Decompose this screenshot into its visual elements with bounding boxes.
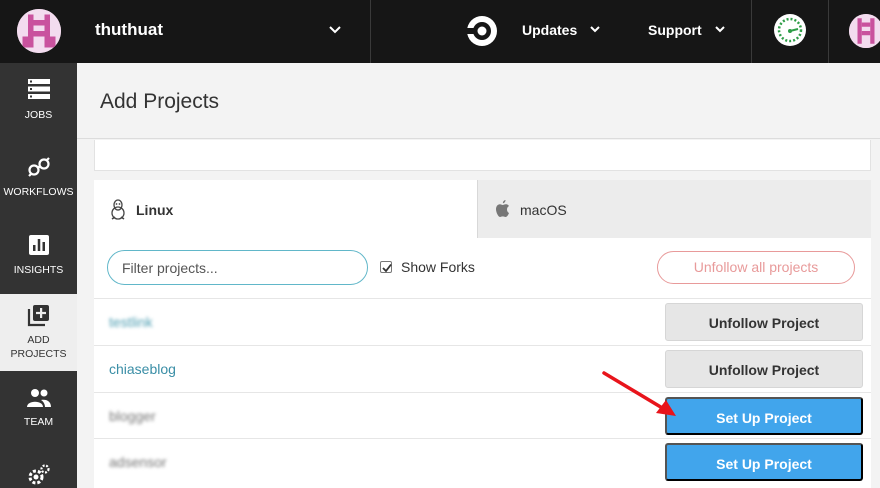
set-up-project-button[interactable]: Set Up Project (665, 443, 863, 481)
project-name[interactable]: chiaseblog (109, 361, 176, 377)
support-menu[interactable]: Support (648, 22, 702, 38)
project-name[interactable]: adsensor (109, 454, 167, 470)
chevron-down-icon[interactable] (326, 21, 344, 39)
project-name[interactable]: blogger (109, 408, 156, 424)
chevron-down-icon[interactable] (588, 22, 602, 36)
unfollow-all-button[interactable]: Unfollow all projects (657, 251, 855, 284)
tab-linux-label: Linux (136, 202, 174, 218)
jobs-icon (27, 79, 50, 99)
chevron-down-icon[interactable] (713, 22, 727, 36)
annotation-arrow-icon (602, 371, 676, 416)
os-tabs: Linux macOS (94, 180, 871, 238)
team-icon (26, 389, 51, 407)
sidebar-item-insights[interactable]: INSIGHTS (0, 217, 77, 294)
page-header: Add Projects (77, 63, 880, 139)
divider (751, 0, 752, 63)
tab-linux[interactable]: Linux (94, 180, 477, 238)
sidebar: JOBS WORKFLOWS INSIGHTS ADD PROJECTS TEA… (0, 63, 77, 488)
circleci-logo-icon[interactable] (465, 14, 499, 48)
insights-icon (28, 235, 49, 255)
sidebar-item-settings[interactable] (0, 448, 77, 488)
projects-panel: Show Forks Unfollow all projects testlin… (94, 238, 871, 488)
workflows-icon (27, 157, 50, 177)
sidebar-item-label: WORKFLOWS (3, 186, 74, 198)
org-avatar[interactable] (17, 9, 61, 53)
sidebar-item-add-projects[interactable]: ADD PROJECTS (0, 294, 77, 371)
divider (370, 0, 371, 63)
project-name[interactable]: testlink (109, 314, 153, 330)
linux-icon (111, 199, 125, 220)
sidebar-item-label: TEAM (23, 416, 54, 428)
updates-menu[interactable]: Updates (522, 22, 577, 38)
apple-icon (496, 200, 509, 217)
top-bar: thuthuat Updates Support (0, 0, 880, 63)
unfollow-project-button[interactable]: Unfollow Project (665, 303, 863, 341)
org-name[interactable]: thuthuat (95, 20, 163, 40)
sidebar-item-workflows[interactable]: WORKFLOWS (0, 140, 77, 217)
show-forks-checkbox[interactable] (380, 261, 392, 273)
add-projects-icon (27, 305, 49, 327)
sidebar-item-jobs[interactable]: JOBS (0, 63, 77, 140)
tab-macos-label: macOS (520, 202, 567, 218)
main-content: Add Projects Linux macOS Filter projects… (77, 63, 880, 488)
sidebar-item-label: ADD (27, 334, 50, 346)
sidebar-item-team[interactable]: TEAM (0, 371, 77, 448)
project-row: testlink Unfollow Project (94, 298, 871, 345)
project-row: chiaseblog Unfollow Project (94, 345, 871, 392)
divider (828, 0, 829, 63)
tab-macos[interactable]: macOS (477, 180, 871, 238)
status-gauge-icon[interactable] (774, 14, 806, 46)
sidebar-item-label: PROJECTS (10, 348, 67, 360)
org-selector-panel (94, 140, 871, 171)
show-forks-label[interactable]: Show Forks (401, 259, 475, 275)
sidebar-item-label: INSIGHTS (13, 264, 64, 276)
checkmark-icon (382, 263, 392, 273)
project-row: blogger Set Up Project (94, 392, 871, 439)
filter-projects-input[interactable] (107, 250, 368, 285)
project-row: adsensor Set Up Project (94, 438, 871, 485)
unfollow-project-button[interactable]: Unfollow Project (665, 350, 863, 388)
page-title: Add Projects (100, 90, 220, 113)
settings-icon (28, 464, 50, 485)
sidebar-item-label: JOBS (24, 109, 53, 121)
user-avatar[interactable] (849, 14, 880, 48)
set-up-project-button[interactable]: Set Up Project (665, 397, 863, 435)
